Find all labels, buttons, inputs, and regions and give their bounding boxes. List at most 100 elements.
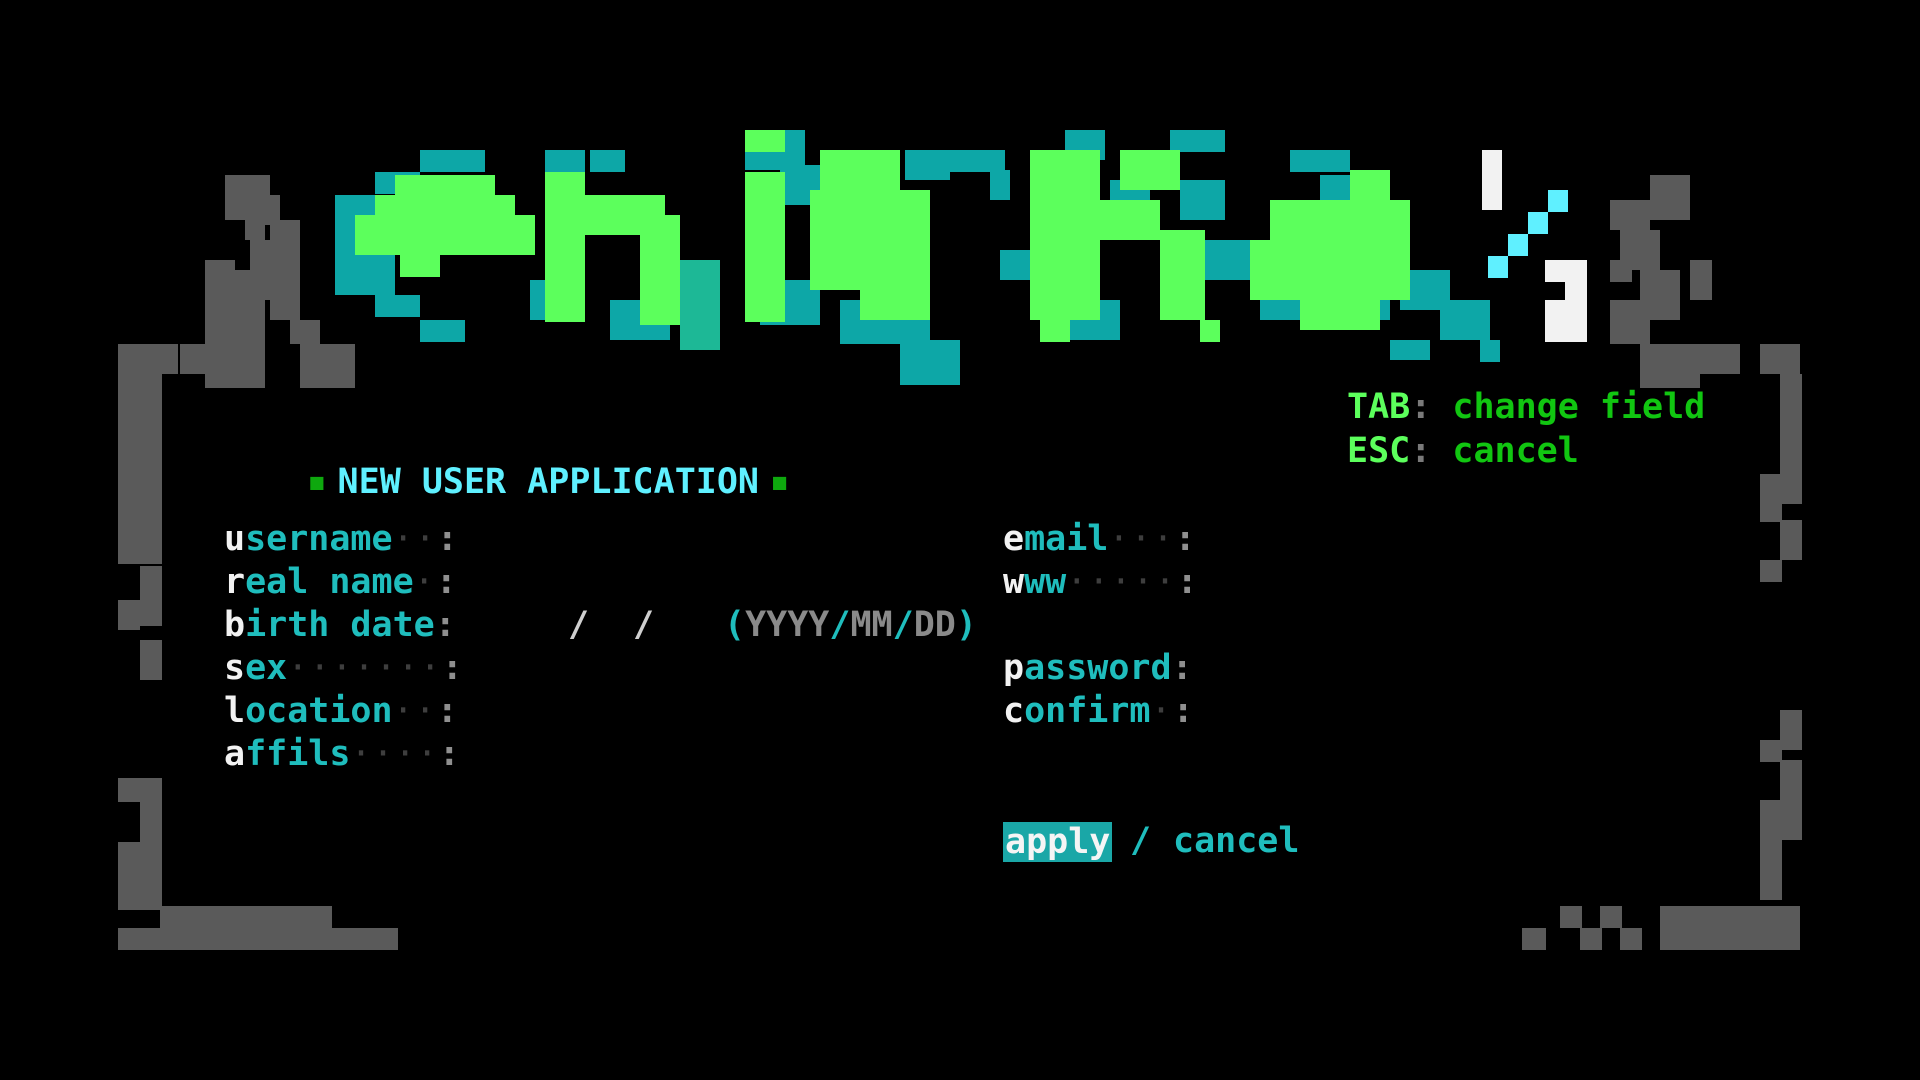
birth-date-format-hint: (YYYY/MM/DD) xyxy=(724,605,977,645)
location-field[interactable] xyxy=(470,694,970,728)
label-real-name: real name·: xyxy=(224,562,457,602)
logo-pixel xyxy=(118,778,162,802)
logo-pixel xyxy=(1700,344,1740,374)
cancel-button[interactable]: cancel xyxy=(1173,824,1299,859)
logo-pixel xyxy=(545,172,585,322)
logo-pixel xyxy=(1120,150,1180,190)
apply-button[interactable]: apply xyxy=(1003,822,1113,862)
confirm-password-field[interactable] xyxy=(1200,694,1720,728)
logo-pixel xyxy=(1780,520,1802,560)
sex-field[interactable] xyxy=(470,651,590,685)
logo-pixel xyxy=(1640,344,1700,388)
logo-pixel xyxy=(1600,906,1622,928)
logo-pixel xyxy=(1440,300,1490,340)
logo-pixel xyxy=(395,175,495,197)
username-field[interactable] xyxy=(470,522,970,556)
help-tab: TAB: change field xyxy=(1347,387,1706,427)
button-separator: / xyxy=(1130,821,1152,861)
logo-pixel xyxy=(180,344,210,374)
logo-pixel xyxy=(1610,260,1632,282)
label-password: password: xyxy=(1003,648,1193,688)
password-field[interactable] xyxy=(1200,651,1720,685)
birth-day-field[interactable] xyxy=(655,608,715,642)
logo-pixel xyxy=(375,295,420,317)
logo-pixel xyxy=(1180,180,1225,220)
logo-pixel xyxy=(1760,840,1782,900)
logo-pixel xyxy=(1390,340,1430,360)
logo-pixel xyxy=(1100,200,1160,240)
logo-pixel xyxy=(330,928,352,950)
logo-pixel xyxy=(205,344,265,388)
logo-pixel xyxy=(1480,340,1500,362)
logo-pixel xyxy=(205,260,235,300)
logo-pixel xyxy=(118,344,178,374)
logo-pixel xyxy=(1780,374,1802,474)
logo-pixel xyxy=(140,566,162,626)
logo-pixel xyxy=(820,150,900,190)
help-key-esc: ESC xyxy=(1347,431,1411,471)
logo-pixel xyxy=(1620,928,1642,950)
logo-pixel xyxy=(1270,200,1410,240)
logo-pixel xyxy=(1160,230,1205,320)
real-name-field[interactable] xyxy=(470,565,970,599)
logo-pixel xyxy=(1760,560,1782,582)
birth-year-field[interactable] xyxy=(470,608,570,642)
logo-pixel xyxy=(1560,906,1582,928)
label-confirm: confirm·: xyxy=(1003,691,1194,731)
logo-pixel xyxy=(1522,928,1546,950)
www-field[interactable] xyxy=(1200,565,1720,599)
logo-pixel xyxy=(230,270,270,300)
logo-pixel xyxy=(1170,130,1225,152)
title-bullet-left-icon: ■ xyxy=(310,470,324,495)
logo-pixel xyxy=(420,150,485,172)
logo-pixel xyxy=(1290,150,1350,172)
affils-field[interactable] xyxy=(470,737,970,771)
logo-pixel xyxy=(376,928,398,950)
logo-pixel xyxy=(1660,906,1800,950)
birth-month-field[interactable] xyxy=(590,608,630,642)
logo-pixel xyxy=(118,534,162,564)
logo-pixel xyxy=(1650,175,1690,220)
logo-pixel xyxy=(335,255,395,295)
logo-pixel xyxy=(1350,170,1390,200)
logo-pixel xyxy=(420,320,465,342)
logo-pixel xyxy=(1760,500,1782,522)
title-bullet-right-icon: ■ xyxy=(772,470,787,495)
label-location: location··: xyxy=(224,691,458,731)
logo-pixel xyxy=(1040,320,1070,342)
email-field[interactable] xyxy=(1200,522,1720,556)
logo-pixel xyxy=(300,344,355,388)
label-email: email···: xyxy=(1003,519,1196,559)
logo-pixel xyxy=(590,150,625,172)
logo-pixel xyxy=(940,150,1005,172)
logo-pixel xyxy=(810,190,930,290)
logo-pixel xyxy=(355,215,535,255)
logo-pixel xyxy=(1580,928,1602,950)
birth-date-sep-2: / xyxy=(633,605,655,645)
help-desc-tab: change field xyxy=(1452,387,1706,427)
logo-pixel xyxy=(990,170,1010,200)
enigma-new-user-screen: ■ NEW USER APPLICATION ■ TAB: change field… xyxy=(0,0,1920,1080)
logo-pixel xyxy=(118,374,162,534)
logo-pixel xyxy=(270,245,300,320)
help-desc-esc: cancel xyxy=(1452,431,1579,471)
logo-pixel xyxy=(1200,320,1220,342)
logo-pixel xyxy=(1760,740,1782,762)
help-key-tab: TAB xyxy=(1347,387,1411,427)
logo-pixel xyxy=(1482,150,1502,210)
logo-pixel xyxy=(1508,234,1528,256)
label-sex: sex·······: xyxy=(224,648,463,688)
logo-pixel xyxy=(545,150,585,172)
label-affils: affils····: xyxy=(224,734,460,774)
logo-pixel xyxy=(1610,300,1650,344)
logo-pixel xyxy=(1780,710,1802,750)
logo-pixel xyxy=(1545,320,1587,342)
logo-pixel xyxy=(140,640,162,680)
logo-pixel xyxy=(1545,300,1565,322)
logo-pixel xyxy=(1030,150,1100,320)
logo-pixel xyxy=(1250,240,1410,300)
logo-pixel xyxy=(140,802,162,842)
logo-pixel xyxy=(1528,212,1548,234)
label-www: www·····: xyxy=(1003,562,1198,602)
logo-pixel xyxy=(1760,344,1800,374)
